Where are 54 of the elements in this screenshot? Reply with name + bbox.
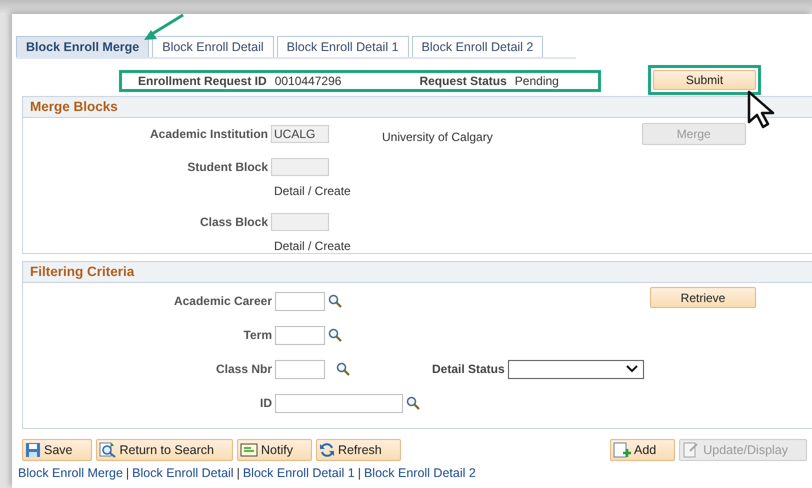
field-value: Pending [514,74,559,88]
input-field[interactable] [271,158,329,176]
toolbar-button[interactable]: Notify [237,439,312,461]
page-icon [682,442,700,458]
input-field[interactable] [275,326,325,344]
link-separator: | [236,466,240,480]
field-label: Class Nbr [214,362,273,376]
search-icon[interactable] [328,294,342,308]
page-link[interactable]: Block Enroll Detail [132,466,234,480]
cursor-icon [747,90,777,130]
toolbar-button[interactable]: Return to Search [96,439,233,461]
search-icon[interactable] [406,396,420,410]
field-label: Request Status [419,74,507,88]
search-icon[interactable] [336,362,350,376]
magnifier-page-icon [98,442,116,458]
retrieve-button[interactable]: Retrieve [650,287,756,308]
section-title: Filtering Criteria [23,262,812,283]
link-separator: | [126,466,130,480]
field-label: Student Block [186,160,269,174]
toolbar-button[interactable]: Save [22,439,92,461]
submit-button[interactable]: Submit [653,70,756,90]
tab[interactable]: Block Enroll Detail 2 [412,36,544,57]
page-link[interactable]: Block Enroll Detail 1 [242,466,355,480]
link-separator: | [358,466,361,480]
field-label: ID [259,396,273,410]
field-label: Enrollment Request ID [138,74,267,88]
section-title: Merge Blocks [23,97,812,118]
field-value: 0010447296 [274,74,342,88]
tab[interactable]: Block Enroll Detail [152,36,274,57]
input-field[interactable] [275,292,325,310]
field-label: Academic Career [172,294,273,308]
add-page-icon [612,442,631,458]
field-label: Detail Status [432,362,505,376]
institution-name: University of Calgary [382,130,493,144]
input-field[interactable] [271,213,329,231]
page-link[interactable]: Block Enroll Detail 2 [364,466,476,480]
tab[interactable]: Block Enroll Merge [16,36,150,57]
page-link[interactable]: Block Enroll Merge [18,466,123,480]
chevron-down-icon [626,365,638,373]
search-icon[interactable] [328,328,342,342]
detail-create-link[interactable]: Detail / Create [274,184,351,198]
input-field[interactable] [275,394,403,412]
input-field[interactable] [275,360,325,378]
status-dropdown[interactable] [508,360,644,378]
refresh-icon [318,442,335,458]
field-label: Class Block [198,215,269,229]
field-label: Academic Institution [148,127,269,141]
input-field[interactable]: UCALG [271,125,329,143]
field-label: Term [242,328,273,342]
tab[interactable]: Block Enroll Detail 1 [276,36,409,57]
message-icon [240,443,258,457]
toolbar-button[interactable]: Refresh [316,439,401,461]
detail-create-link[interactable]: Detail / Create [274,239,351,253]
toolbar-button[interactable]: Add [610,439,676,461]
